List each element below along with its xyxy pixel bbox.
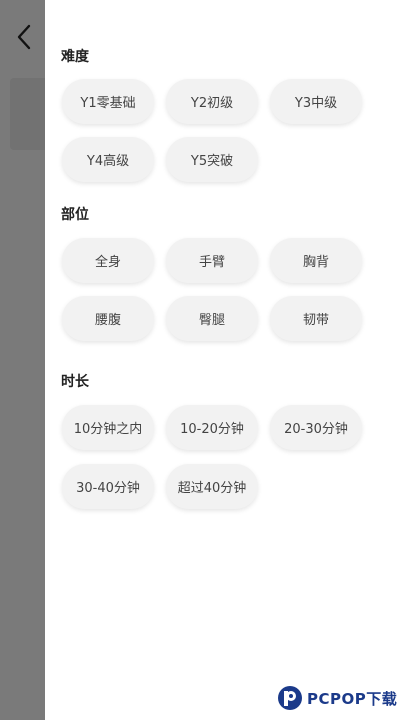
chip-part-waist-abs[interactable]: 腰腹 bbox=[62, 296, 154, 341]
chip-difficulty-y3[interactable]: Y3中级 bbox=[270, 79, 362, 124]
chip-difficulty-y4[interactable]: Y4高级 bbox=[62, 137, 154, 182]
section-title-duration: 时长 bbox=[61, 374, 89, 390]
chip-part-arms[interactable]: 手臂 bbox=[166, 238, 258, 283]
chip-part-ligaments[interactable]: 韧带 bbox=[270, 296, 362, 341]
chip-part-chest-back[interactable]: 胸背 bbox=[270, 238, 362, 283]
chip-difficulty-y5[interactable]: Y5突破 bbox=[166, 137, 258, 182]
filter-panel: 难度 Y1零基础 Y2初级 Y3中级 Y4高级 Y5突破 部位 全身 手臂 胸背… bbox=[45, 0, 400, 720]
watermark-text: PCPOP下载 bbox=[307, 689, 398, 708]
chip-duration-over-40[interactable]: 超过40分钟 bbox=[166, 464, 258, 509]
dimmed-overlay[interactable] bbox=[0, 0, 45, 720]
chip-difficulty-y2[interactable]: Y2初级 bbox=[166, 79, 258, 124]
pcpop-logo-icon bbox=[278, 686, 302, 710]
watermark: PCPOP下载 bbox=[277, 685, 397, 711]
chip-duration-under-10[interactable]: 10分钟之内 bbox=[62, 405, 154, 450]
chip-difficulty-y1[interactable]: Y1零基础 bbox=[62, 79, 154, 124]
chip-duration-30-40[interactable]: 30-40分钟 bbox=[62, 464, 154, 509]
back-button[interactable] bbox=[8, 20, 40, 54]
background-card-ghost bbox=[10, 78, 45, 150]
chip-duration-20-30[interactable]: 20-30分钟 bbox=[270, 405, 362, 450]
section-title-difficulty: 难度 bbox=[61, 49, 89, 65]
section-title-body-part: 部位 bbox=[61, 207, 89, 223]
chevron-left-icon bbox=[17, 24, 31, 50]
chip-duration-10-20[interactable]: 10-20分钟 bbox=[166, 405, 258, 450]
chip-part-full-body[interactable]: 全身 bbox=[62, 238, 154, 283]
chip-part-hips-legs[interactable]: 臀腿 bbox=[166, 296, 258, 341]
